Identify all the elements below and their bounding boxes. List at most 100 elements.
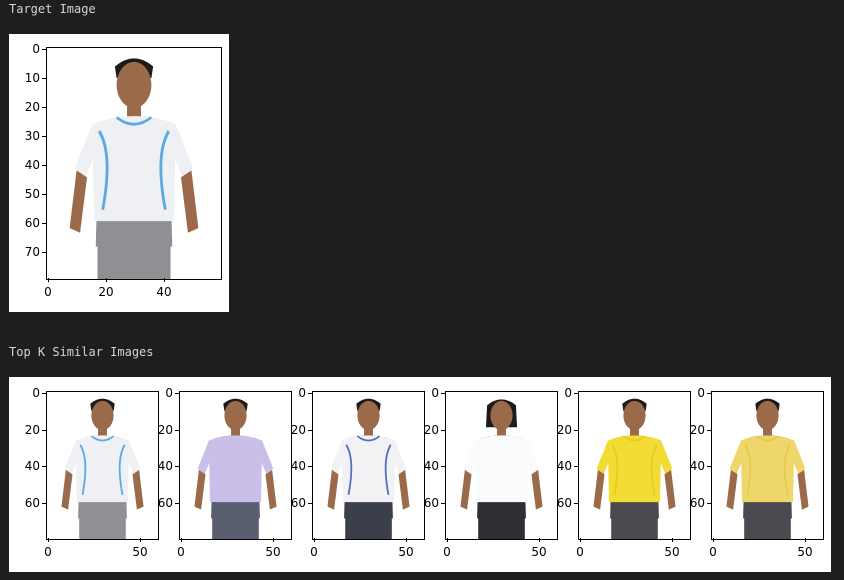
y-tick-label: 40 <box>157 459 173 473</box>
y-tick-label: 40 <box>423 459 439 473</box>
y-tick-label: 0 <box>165 386 173 400</box>
x-tick-mark <box>447 538 448 542</box>
y-tick-mark <box>441 429 445 431</box>
x-tick-label: 50 <box>531 545 547 559</box>
y-tick-mark <box>707 393 711 394</box>
y-tick-label: 60 <box>157 495 173 510</box>
y-tick-label: 10 <box>24 71 40 85</box>
y-tick-mark <box>175 466 179 467</box>
y-tick-mark <box>42 502 46 504</box>
y-tick-mark <box>175 393 179 394</box>
x-tick-mark <box>140 538 141 542</box>
y-tick-mark <box>175 502 179 504</box>
y-tick-label: 60 <box>689 495 705 510</box>
y-tick-label: 40 <box>290 459 306 473</box>
y-tick-mark <box>308 429 312 431</box>
y-tick-mark <box>574 429 578 431</box>
y-tick-label: 40 <box>689 459 705 473</box>
similar-figure: 0 20 40 60 0 50 0 20 40 60 0 50 0 20 40 60 0 50 <box>9 377 831 572</box>
y-tick-mark <box>707 466 711 467</box>
product-photo <box>47 392 158 539</box>
similar-axes-5 <box>578 391 691 540</box>
y-tick-mark <box>707 502 711 504</box>
y-tick-mark <box>42 49 46 50</box>
y-tick-label: 30 <box>24 129 40 143</box>
product-photo <box>180 392 291 539</box>
y-tick-label: 20 <box>556 422 572 437</box>
product-photo <box>579 392 690 539</box>
y-tick-mark <box>42 136 46 137</box>
y-tick-mark <box>707 429 711 431</box>
y-tick-label: 20 <box>24 100 40 114</box>
y-tick-mark <box>308 502 312 504</box>
x-tick-label: 50 <box>398 545 414 559</box>
x-tick-label: 0 <box>576 545 584 559</box>
y-tick-label: 60 <box>423 495 439 510</box>
y-tick-mark <box>175 429 179 431</box>
y-tick-mark <box>574 466 578 467</box>
y-tick-label: 60 <box>24 216 40 230</box>
x-tick-label: 0 <box>44 285 52 299</box>
y-tick-label: 0 <box>32 42 40 56</box>
y-tick-label: 20 <box>689 422 705 437</box>
y-tick-mark <box>574 393 578 394</box>
x-tick-mark <box>48 538 49 542</box>
y-tick-label: 60 <box>556 495 572 510</box>
x-tick-mark <box>672 538 673 542</box>
x-tick-label: 0 <box>177 545 185 559</box>
y-tick-label: 0 <box>298 386 306 400</box>
similar-axes-3 <box>312 391 425 540</box>
y-tick-mark <box>441 393 445 394</box>
x-tick-label: 0 <box>310 545 318 559</box>
target-figure: 0 10 20 30 40 50 60 70 0 20 40 <box>9 34 229 312</box>
x-tick-label: 0 <box>709 545 717 559</box>
product-photo <box>446 392 557 539</box>
x-tick-mark <box>539 538 540 542</box>
y-tick-label: 40 <box>556 459 572 473</box>
y-tick-mark <box>42 393 46 394</box>
y-tick-label: 60 <box>24 495 40 510</box>
similar-images-label: Top K Similar Images <box>9 345 154 359</box>
similar-axes-2 <box>179 391 292 540</box>
y-tick-label: 0 <box>32 386 40 400</box>
x-tick-label: 50 <box>664 545 680 559</box>
similar-axes-1 <box>46 391 159 540</box>
x-tick-mark <box>273 538 274 542</box>
y-tick-mark <box>42 223 46 224</box>
similar-axes-4 <box>445 391 558 540</box>
y-tick-label: 60 <box>290 495 306 510</box>
target-image-label: Target Image <box>9 2 96 16</box>
y-tick-label: 0 <box>697 386 705 400</box>
y-tick-label: 0 <box>431 386 439 400</box>
y-tick-label: 20 <box>423 422 439 437</box>
x-tick-mark <box>106 278 107 282</box>
y-tick-mark <box>308 393 312 394</box>
y-tick-label: 20 <box>290 422 306 437</box>
y-tick-label: 50 <box>24 187 40 201</box>
y-tick-mark <box>42 194 46 195</box>
x-tick-label: 0 <box>443 545 451 559</box>
x-tick-mark <box>181 538 182 542</box>
x-tick-mark <box>805 538 806 542</box>
y-tick-label: 20 <box>24 422 40 437</box>
y-tick-mark <box>308 466 312 467</box>
y-tick-mark <box>574 502 578 504</box>
x-tick-label: 50 <box>797 545 813 559</box>
y-tick-label: 40 <box>24 158 40 172</box>
y-tick-label: 20 <box>157 422 173 437</box>
y-tick-mark <box>42 252 46 253</box>
x-tick-mark <box>713 538 714 542</box>
x-tick-mark <box>164 278 165 282</box>
y-tick-mark <box>42 78 46 79</box>
x-tick-label: 50 <box>265 545 281 559</box>
product-photo <box>313 392 424 539</box>
x-tick-mark <box>406 538 407 542</box>
y-tick-label: 70 <box>24 245 40 259</box>
y-tick-mark <box>42 165 46 166</box>
y-tick-mark <box>42 429 46 431</box>
x-tick-label: 20 <box>98 285 114 299</box>
y-tick-mark <box>42 107 46 108</box>
y-tick-mark <box>441 502 445 504</box>
product-photo <box>47 48 221 279</box>
x-tick-label: 0 <box>44 545 52 559</box>
